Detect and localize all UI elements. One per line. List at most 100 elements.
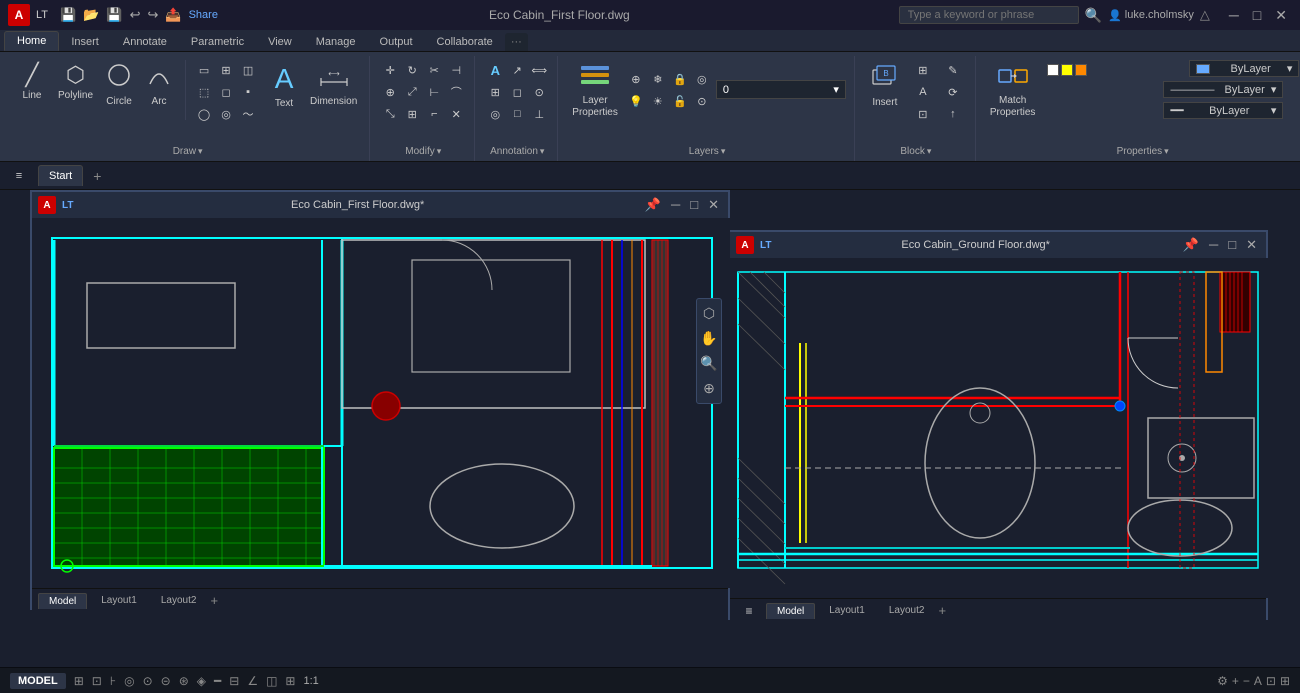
tab-annotate[interactable]: Annotate — [111, 33, 179, 51]
tab-parametric[interactable]: Parametric — [179, 33, 256, 51]
rect-button[interactable]: ▭ — [194, 60, 214, 80]
define-attrib-button[interactable]: A — [909, 82, 937, 102]
first-floor-layout2-tab[interactable]: Layout2 — [151, 593, 207, 608]
first-floor-add-tab-button[interactable]: + — [210, 593, 218, 608]
table-button[interactable]: ⊞ — [485, 82, 505, 102]
spline-button[interactable]: 〜 — [238, 104, 258, 124]
circle-button[interactable]: Circle — [101, 60, 137, 109]
search-input[interactable] — [899, 6, 1079, 24]
layer-unlock-button[interactable]: 🔓 — [670, 92, 690, 112]
search-icon[interactable]: 🔍 — [1085, 7, 1102, 24]
first-floor-canvas[interactable]: ⬡ ✋ 🔍 ⊕ — [32, 218, 730, 588]
erase-button[interactable]: ✕ — [446, 104, 466, 124]
line-button[interactable]: ╱ Line — [14, 60, 50, 103]
trim-button[interactable]: ✂ — [424, 60, 444, 80]
modify-group-label[interactable]: Modify ▾ — [405, 146, 441, 161]
layer-unisolate-button[interactable]: ⊙ — [692, 92, 712, 112]
scale-display[interactable]: 1:1 — [303, 675, 318, 687]
block-group-label[interactable]: Block ▾ — [900, 146, 931, 161]
first-floor-maximize-button[interactable]: □ — [687, 197, 701, 213]
ortho-icon[interactable]: ⊦ — [110, 674, 116, 688]
tab-insert[interactable]: Insert — [59, 33, 111, 51]
match-properties-button[interactable]: Match Properties — [986, 60, 1040, 121]
layer-lock-button[interactable]: 🔒 — [670, 70, 690, 90]
mirror-button[interactable]: ⊣ — [446, 60, 466, 80]
color-dropdown[interactable]: ByLayer ▾ — [1189, 60, 1299, 77]
block-editor-button[interactable]: ⊡ — [909, 104, 937, 124]
workspace-menu-button[interactable]: ≡ — [8, 165, 30, 187]
mark-button[interactable]: ◎ — [485, 104, 505, 124]
ground-floor-pin-button[interactable]: 📌 — [1180, 237, 1202, 253]
tab-collaborate[interactable]: Collaborate — [425, 33, 505, 51]
region-button[interactable]: ◻ — [216, 82, 236, 102]
snap-icon[interactable]: ⊡ — [92, 674, 102, 688]
save-icon[interactable]: 💾 — [104, 7, 124, 23]
zoom-icon[interactable]: 🔍 — [698, 353, 719, 374]
mtext-button[interactable]: A — [485, 60, 505, 80]
ground-floor-menu-button[interactable]: ≡ — [740, 602, 758, 620]
ordinate-button[interactable]: ⊥ — [529, 104, 549, 124]
layer-dropdown[interactable]: 0 ▾ — [716, 80, 846, 99]
selection-icon[interactable]: ⊞ — [285, 674, 295, 688]
new-icon[interactable]: 💾 — [58, 7, 78, 23]
draw-group-label[interactable]: Draw ▾ — [173, 146, 203, 161]
new-tab-button[interactable]: + — [87, 168, 107, 184]
rotate-button[interactable]: ↻ — [402, 60, 422, 80]
annotation-scale-icon[interactable]: A — [1254, 674, 1262, 688]
fillet-button[interactable]: ⌒ — [446, 82, 466, 102]
tab-manage[interactable]: Manage — [304, 33, 368, 51]
ground-floor-minimize-button[interactable]: ─ — [1206, 237, 1221, 253]
polar-icon[interactable]: ◎ — [124, 674, 134, 688]
first-floor-model-tab[interactable]: Model — [38, 593, 87, 609]
tab-start[interactable]: Start — [38, 165, 83, 186]
create-block-button[interactable]: ⊞ — [909, 60, 937, 80]
leader-button[interactable]: ↗ — [507, 60, 527, 80]
ground-floor-close-button[interactable]: ✕ — [1243, 237, 1260, 253]
text-button[interactable]: A Text — [266, 60, 302, 111]
tp-icon[interactable]: ⊟ — [229, 674, 239, 688]
zoom-out-icon[interactable]: − — [1243, 674, 1250, 688]
transparency-icon[interactable]: ◫ — [266, 674, 277, 688]
tolerance-button[interactable]: ◻ — [507, 82, 527, 102]
polyline-button[interactable]: ⬡ Polyline — [54, 60, 97, 103]
arc-button[interactable]: Arc — [141, 60, 177, 109]
open-icon[interactable]: 📂 — [81, 7, 101, 23]
tab-view[interactable]: View — [256, 33, 304, 51]
properties-group-label[interactable]: Properties ▾ — [1117, 146, 1169, 161]
annotation-group-label[interactable]: Annotation ▾ — [490, 146, 544, 161]
ground-floor-layout2-tab[interactable]: Layout2 — [879, 603, 935, 618]
share-label[interactable]: Share — [187, 9, 220, 21]
grid-icon[interactable]: ⊞ — [74, 674, 84, 688]
layer-state-button[interactable]: ⊕ — [626, 70, 646, 90]
dim-button[interactable]: ⟺ — [529, 60, 549, 80]
share-icon[interactable]: 📤 — [163, 7, 183, 23]
hatch-button[interactable]: ⊞ — [216, 60, 236, 80]
redo-icon[interactable]: ↪ — [146, 7, 161, 23]
pan-icon[interactable]: ✋ — [698, 328, 719, 349]
first-floor-minimize-button[interactable]: ─ — [668, 197, 683, 213]
osnap-icon[interactable]: ⊙ — [143, 674, 153, 688]
tab-home[interactable]: Home — [4, 31, 59, 51]
layer-on-button[interactable]: 💡 — [626, 92, 646, 112]
layer-properties-button[interactable]: Layer Properties — [568, 60, 622, 121]
center-button[interactable]: ⊙ — [529, 82, 549, 102]
ground-floor-canvas[interactable] — [730, 258, 1268, 598]
revision-button[interactable]: ◯ — [194, 104, 214, 124]
otrack-icon[interactable]: ⊝ — [161, 674, 171, 688]
stretch-button[interactable]: ⤡ — [380, 104, 400, 124]
tab-output[interactable]: Output — [368, 33, 425, 51]
ws-settings-icon[interactable]: ⊡ — [1266, 674, 1276, 688]
maximize-button[interactable]: □ — [1248, 7, 1266, 24]
move-button[interactable]: ✛ — [380, 60, 400, 80]
layer-freeze-button[interactable]: ❄ — [648, 70, 668, 90]
wipeout-button[interactable]: ▪ — [238, 82, 258, 102]
dyn-icon[interactable]: ◈ — [197, 674, 206, 688]
angle-icon[interactable]: ∠ — [247, 674, 258, 688]
user-profile[interactable]: 👤 luke.cholmsky — [1108, 9, 1194, 22]
zoom-in-icon[interactable]: + — [1232, 674, 1239, 688]
boundary-button[interactable]: ⬚ — [194, 82, 214, 102]
sync-attrib-button[interactable]: ⟳ — [939, 82, 967, 102]
undo-icon[interactable]: ↩ — [128, 7, 143, 23]
layout-icon[interactable]: ⊞ — [1280, 674, 1290, 688]
edit-block-button[interactable]: ✎ — [939, 60, 967, 80]
